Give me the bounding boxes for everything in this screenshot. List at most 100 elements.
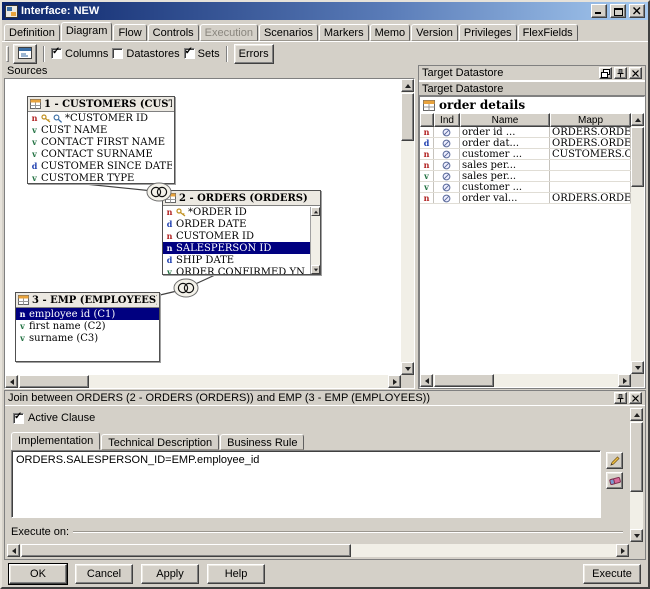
datastores-checkbox[interactable]: [112, 48, 124, 59]
column-row[interactable]: d ORDER DATE: [163, 218, 310, 230]
execute-button[interactable]: Execute: [583, 564, 641, 584]
ok-button[interactable]: OK: [9, 564, 67, 584]
sets-checkbox[interactable]: [183, 46, 195, 59]
join-vertical-scrollbar[interactable]: [630, 408, 643, 542]
sources-diagram[interactable]: 1 - CUSTOMERS (CUSTOM... n *CUSTOMER ID …: [4, 78, 415, 389]
target-columns-table[interactable]: Ind Name Mapp n order id ... ORDERS.ORDE…: [420, 113, 631, 374]
sets-toggle[interactable]: Sets: [183, 46, 220, 60]
close-panel-button[interactable]: [629, 67, 642, 79]
target-panel-titlebar[interactable]: Target Datastore: [419, 66, 645, 81]
scroll-thumb[interactable]: [19, 375, 89, 388]
join-orders-emp-icon[interactable]: [173, 278, 199, 301]
cancel-button[interactable]: Cancel: [75, 564, 133, 584]
columns-checkbox[interactable]: [51, 46, 62, 59]
scroll-up-button[interactable]: [631, 113, 644, 126]
target-column-row[interactable]: v customer ...: [420, 182, 631, 193]
scroll-down-button[interactable]: [631, 361, 644, 374]
diagram-vertical-scrollbar[interactable]: [401, 79, 414, 375]
target-column-row[interactable]: d order dat... ORDERS.ORDER DA: [420, 138, 631, 149]
tab-flow[interactable]: Flow: [113, 24, 147, 41]
scroll-right-button[interactable]: [616, 544, 629, 557]
datastores-toggle[interactable]: Datastores: [112, 48, 180, 60]
datastore-customers-header[interactable]: 1 - CUSTOMERS (CUSTOM...: [28, 97, 174, 112]
header-ind[interactable]: Ind: [434, 113, 460, 127]
scroll-right-button[interactable]: [618, 374, 631, 387]
tab-business-rule[interactable]: Business Rule: [220, 434, 305, 450]
join-expression-field[interactable]: ORDERS.SALESPERSON_ID=EMP.employee_id: [11, 450, 601, 518]
scroll-up-button[interactable]: [401, 79, 414, 92]
column-row-selected[interactable]: n SALESPERSON ID: [163, 242, 310, 254]
tab-scenarios[interactable]: Scenarios: [258, 24, 318, 41]
target-column-row[interactable]: n order val... ORDERS.ORDER VA: [420, 193, 631, 204]
scroll-thumb[interactable]: [630, 422, 643, 492]
header-name[interactable]: Name: [460, 113, 550, 127]
column-row[interactable]: d CUSTOMER SINCE DATE: [28, 160, 174, 172]
datastore-emp-header[interactable]: 3 - EMP (EMPLOYEES): [16, 293, 159, 308]
title-bar[interactable]: Interface: NEW: [2, 2, 648, 20]
tab-flexfields[interactable]: FlexFields: [517, 24, 578, 41]
tab-version[interactable]: Version: [411, 24, 458, 41]
edit-expression-button[interactable]: [606, 452, 623, 469]
float-button[interactable]: [599, 67, 612, 79]
column-row[interactable]: n *ORDER ID: [163, 206, 310, 218]
diagram-view-button[interactable]: [13, 43, 37, 64]
pin-button[interactable]: [614, 67, 627, 79]
scroll-left-button[interactable]: [5, 375, 18, 388]
scroll-up-button[interactable]: [630, 408, 643, 421]
target-column-row[interactable]: n sales per...: [420, 160, 631, 171]
datastore-orders-header[interactable]: 2 - ORDERS (ORDERS): [163, 191, 320, 206]
target-column-row[interactable]: n customer ... CUSTOMERS.CUSTO: [420, 149, 631, 160]
tab-markers[interactable]: Markers: [318, 24, 369, 41]
scroll-down-button[interactable]: [311, 265, 320, 274]
join-customers-orders-icon[interactable]: [146, 182, 172, 205]
join-horizontal-scrollbar[interactable]: [7, 544, 629, 557]
target-datastore-name-row[interactable]: order details: [420, 97, 644, 113]
column-row[interactable]: v CONTACT FIRST NAME: [28, 136, 174, 148]
close-button[interactable]: [629, 4, 645, 18]
help-button[interactable]: Help: [207, 564, 265, 584]
column-row[interactable]: n CUSTOMER ID: [163, 230, 310, 242]
header-icon-cell[interactable]: [420, 113, 434, 127]
scroll-left-button[interactable]: [7, 544, 20, 557]
maximize-button[interactable]: [610, 4, 626, 18]
tab-implementation[interactable]: Implementation: [11, 432, 101, 450]
datastore-orders[interactable]: 2 - ORDERS (ORDERS) n *ORDER ID d ORDER D…: [162, 190, 321, 275]
column-row[interactable]: v surname (C3): [16, 332, 159, 344]
datastore-customers[interactable]: 1 - CUSTOMERS (CUSTOM... n *CUSTOMER ID …: [27, 96, 175, 184]
tab-controls[interactable]: Controls: [147, 24, 199, 41]
join-panel-titlebar[interactable]: Join between ORDERS (2 - ORDERS (ORDERS)…: [5, 391, 645, 406]
toolbar-grip[interactable]: [6, 45, 9, 62]
target-column-row[interactable]: n order id ... ORDERS.ORDER ID: [420, 127, 631, 138]
scroll-right-button[interactable]: [388, 375, 401, 388]
scroll-thumb[interactable]: [401, 93, 414, 141]
column-row-selected[interactable]: n employee id (C1): [16, 308, 159, 320]
columns-toggle[interactable]: Columns: [51, 46, 108, 60]
apply-button[interactable]: Apply: [141, 564, 199, 584]
errors-button[interactable]: Errors: [233, 43, 274, 64]
tab-technical-description[interactable]: Technical Description: [101, 434, 220, 450]
scroll-down-button[interactable]: [630, 529, 643, 542]
scroll-down-button[interactable]: [401, 362, 414, 375]
datastore-scrollbar[interactable]: [310, 207, 320, 274]
scroll-thumb[interactable]: [434, 374, 494, 387]
minimize-button[interactable]: [591, 4, 607, 18]
datastore-emp[interactable]: 3 - EMP (EMPLOYEES) n employee id (C1) vf…: [15, 292, 160, 362]
target-vertical-scrollbar[interactable]: [631, 113, 644, 374]
tab-diagram[interactable]: Diagram: [60, 22, 113, 41]
pin-button[interactable]: [614, 392, 627, 404]
active-clause-toggle[interactable]: Active Clause: [13, 411, 95, 424]
column-row[interactable]: v first name (C2): [16, 320, 159, 332]
scroll-up-button[interactable]: [311, 207, 320, 216]
column-row[interactable]: v CUST NAME: [28, 124, 174, 136]
erase-expression-button[interactable]: [606, 472, 623, 489]
target-horizontal-scrollbar[interactable]: [420, 374, 631, 387]
tab-definition[interactable]: Definition: [4, 24, 60, 41]
header-mapping[interactable]: Mapp: [550, 113, 631, 127]
scroll-left-button[interactable]: [420, 374, 433, 387]
scroll-thumb[interactable]: [631, 127, 644, 187]
column-row[interactable]: v ORDER CONFIRMED YN: [163, 266, 310, 275]
diagram-horizontal-scrollbar[interactable]: [5, 375, 401, 388]
active-clause-checkbox[interactable]: [13, 411, 24, 424]
tab-memo[interactable]: Memo: [369, 24, 411, 41]
column-row[interactable]: v CONTACT SURNAME: [28, 148, 174, 160]
